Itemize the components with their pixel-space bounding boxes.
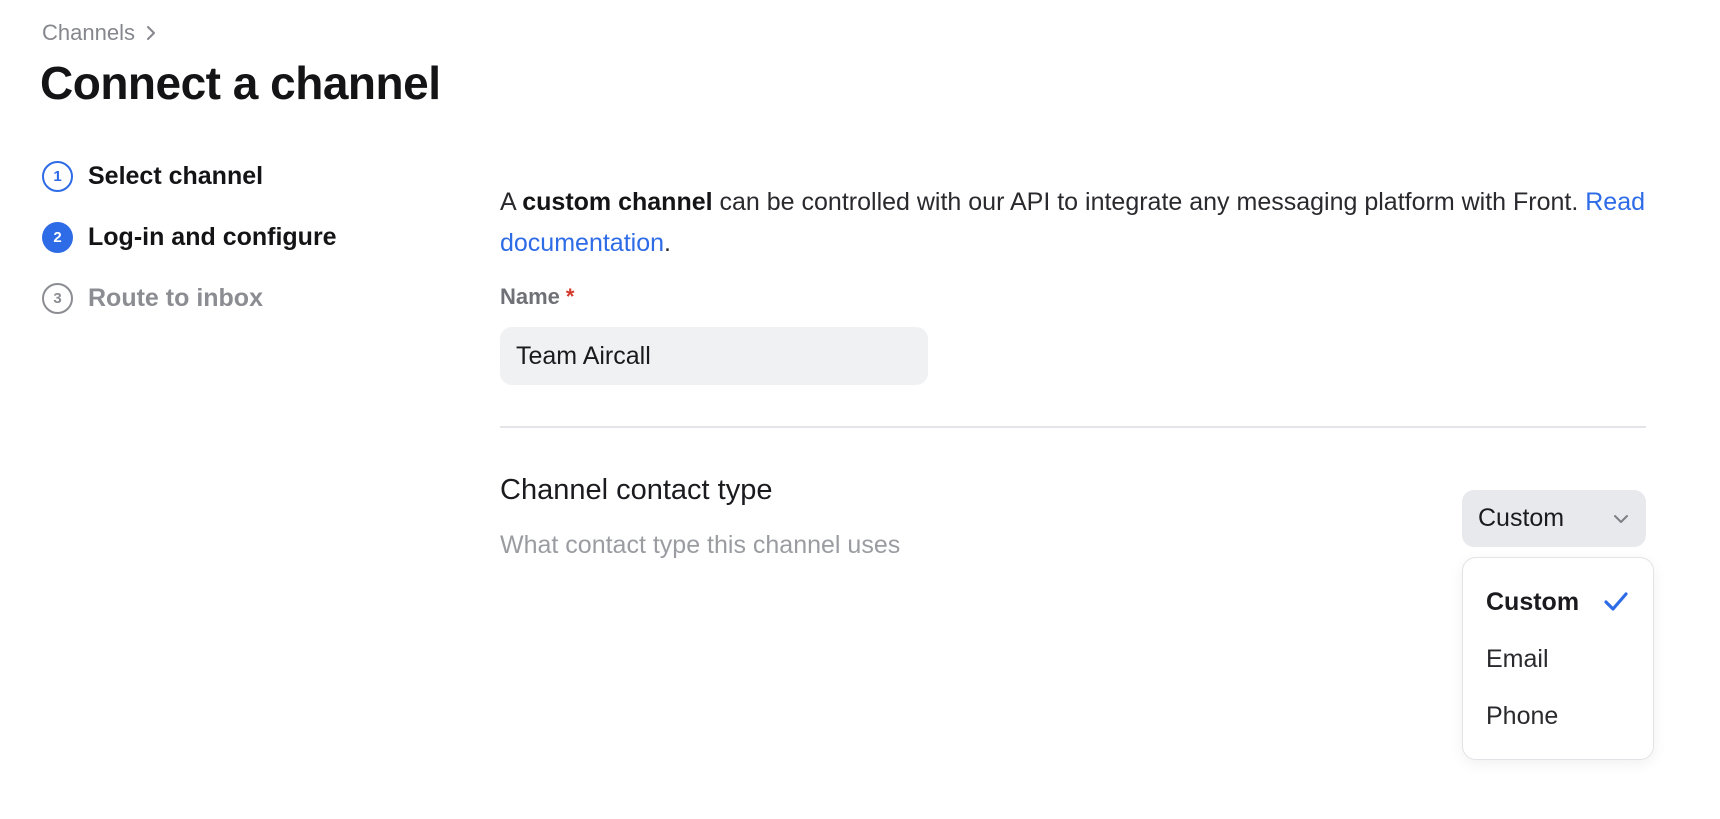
chevron-right-icon [145, 24, 157, 42]
step-number-badge: 2 [42, 221, 73, 253]
section-divider [500, 426, 1646, 428]
breadcrumb-channels-link[interactable]: Channels [42, 20, 135, 46]
required-marker: * [565, 284, 575, 309]
description-bold: custom channel [522, 188, 713, 216]
option-phone[interactable]: Phone [1463, 688, 1653, 745]
contact-type-selected-value: Custom [1478, 504, 1565, 532]
option-email[interactable]: Email [1463, 631, 1653, 688]
step-number-badge: 1 [42, 160, 73, 192]
description-middle: can be controlled with our API to integr… [712, 188, 1586, 216]
step-label: Log-in and configure [88, 222, 337, 251]
option-custom[interactable]: Custom [1463, 574, 1653, 631]
description-prefix: A [500, 188, 523, 216]
name-input[interactable] [500, 327, 928, 385]
contact-type-dropdown-menu: Custom Email Phone [1462, 557, 1654, 760]
connect-channel-page: Channels Connect a channel 1 Select chan… [0, 0, 1720, 819]
step-label: Select channel [88, 161, 264, 190]
step-select-channel[interactable]: 1 Select channel [42, 160, 337, 192]
contact-type-select[interactable]: Custom [1462, 490, 1646, 547]
step-label: Route to inbox [88, 283, 263, 312]
option-label: Phone [1486, 702, 1559, 730]
step-route-to-inbox[interactable]: 3 Route to inbox [42, 282, 337, 314]
steps-nav: 1 Select channel 2 Log-in and configure … [42, 160, 337, 343]
checkmark-icon [1603, 591, 1629, 620]
chevron-down-icon [1612, 513, 1630, 525]
option-label: Custom [1486, 588, 1580, 616]
name-label-text: Name [500, 284, 560, 309]
page-title: Connect a channel [40, 57, 441, 109]
contact-type-description: What contact type this channel uses [500, 531, 901, 559]
description-suffix: . [664, 229, 671, 257]
channel-description: A custom channel can be controlled with … [500, 182, 1650, 264]
contact-type-title: Channel contact type [500, 474, 773, 506]
option-label: Email [1486, 645, 1549, 673]
name-field-label: Name * [500, 284, 574, 310]
step-login-configure[interactable]: 2 Log-in and configure [42, 221, 337, 253]
step-number-badge: 3 [42, 282, 73, 314]
breadcrumb: Channels [42, 20, 157, 46]
